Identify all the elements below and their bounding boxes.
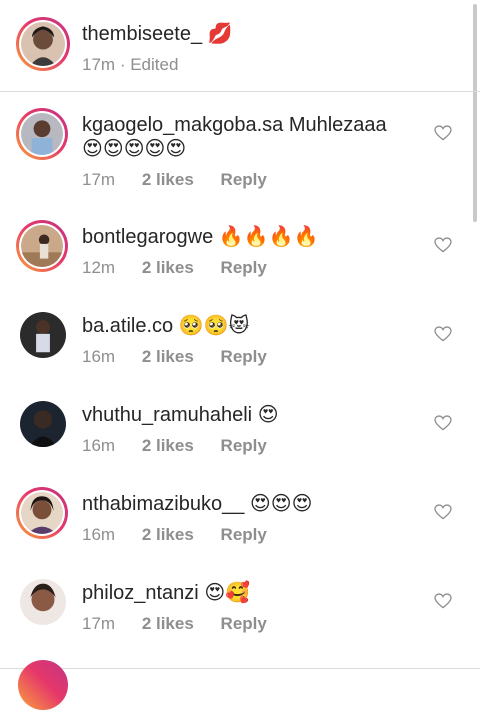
heart-outline-icon[interactable] (434, 504, 452, 520)
profile-photo (21, 225, 63, 267)
comment-row: nthabimazibuko__ 😍😍😍 16m 2 likes Reply (0, 470, 480, 559)
comment-row: kgaogelo_makgoba.sa Muhlezaaa 😍😍😍😍😍 17m … (0, 91, 480, 203)
comment-row: philoz_ntanzi 😍🥰 17m 2 likes Reply (0, 559, 480, 648)
comment-time: 16m (82, 525, 116, 544)
avatar[interactable] (16, 487, 68, 539)
comment-emojis: 🥺🥺😻 (178, 315, 250, 337)
comment-time: 17m (82, 614, 116, 633)
likes-count[interactable]: 2 likes (142, 614, 194, 633)
avatar[interactable] (20, 312, 66, 358)
avatar[interactable] (18, 660, 68, 710)
heart-outline-icon[interactable] (434, 237, 452, 253)
profile-photo (21, 113, 63, 155)
comment-time: 16m (82, 347, 116, 366)
reply-button[interactable]: Reply (221, 258, 267, 277)
comment-body: kgaogelo_makgoba.sa Muhlezaaa (82, 113, 387, 137)
comment-body: nthabimazibuko__ 😍😍😍 (82, 492, 312, 516)
reply-button[interactable]: Reply (221, 170, 267, 189)
heart-outline-icon[interactable] (434, 125, 452, 141)
comment-body: vhuthu_ramuhaheli 😍 (82, 403, 279, 427)
comment-meta: 17m 2 likes Reply (82, 614, 267, 634)
avatar[interactable] (20, 401, 66, 447)
comment-username[interactable]: nthabimazibuko__ (82, 493, 244, 515)
comment-username[interactable]: vhuthu_ramuhaheli (82, 404, 252, 426)
profile-photo (21, 492, 63, 534)
likes-count[interactable]: 2 likes (142, 436, 194, 455)
post-caption-header: thembiseete_ 💋 17m · Edited (0, 0, 480, 92)
comment-body: bontlegarogwe 🔥🔥🔥🔥 (82, 225, 318, 249)
comment-body: ba.atile.co 🥺🥺😻 (82, 314, 249, 338)
kiss-emoji: 💋 (207, 23, 233, 45)
reply-button[interactable]: Reply (221, 436, 267, 455)
reply-button[interactable]: Reply (221, 347, 267, 366)
reply-button[interactable]: Reply (221, 614, 267, 633)
divider (0, 668, 480, 669)
likes-count[interactable]: 2 likes (142, 347, 194, 366)
comment-username[interactable]: ba.atile.co (82, 315, 173, 337)
comment-row: vhuthu_ramuhaheli 😍 16m 2 likes Reply (0, 381, 480, 470)
comment-emojis: 😍🥰 (204, 582, 251, 604)
comment-username[interactable]: philoz_ntanzi (82, 582, 199, 604)
likes-count[interactable]: 2 likes (142, 525, 194, 544)
comment-row: bontlegarogwe 🔥🔥🔥🔥 12m 2 likes Reply (0, 203, 480, 292)
comment-meta: 16m 2 likes Reply (82, 525, 267, 545)
profile-photo (21, 22, 65, 66)
post-author: thembiseete_ 💋 (82, 22, 233, 46)
avatar[interactable] (16, 108, 68, 160)
avatar[interactable] (16, 17, 70, 71)
comment-meta: 16m 2 likes Reply (82, 436, 267, 456)
post-meta: 17m · Edited (82, 55, 178, 75)
comment-meta: 17m 2 likes Reply (82, 170, 267, 190)
profile-photo (20, 312, 66, 358)
heart-outline-icon[interactable] (434, 593, 452, 609)
comment-username[interactable]: bontlegarogwe (82, 226, 213, 248)
comment-emojis: 😍😍😍 (249, 493, 313, 515)
comment-meta: 16m 2 likes Reply (82, 347, 267, 367)
heart-outline-icon[interactable] (434, 326, 452, 342)
heart-outline-icon[interactable] (434, 415, 452, 431)
post-username[interactable]: thembiseete_ (82, 23, 202, 45)
comment-username[interactable]: kgaogelo_makgoba.sa (82, 114, 283, 136)
likes-count[interactable]: 2 likes (142, 170, 194, 189)
comment-meta: 12m 2 likes Reply (82, 258, 267, 278)
comment-time: 16m (82, 436, 116, 455)
meta-separator: · (119, 55, 126, 74)
comment-row: ba.atile.co 🥺🥺😻 16m 2 likes Reply (0, 292, 480, 381)
edited-label: Edited (130, 55, 179, 74)
reply-button[interactable]: Reply (221, 525, 267, 544)
comment-time: 17m (82, 170, 116, 189)
likes-count[interactable]: 2 likes (142, 258, 194, 277)
comment-emojis: 😍😍😍😍😍 (82, 138, 187, 160)
avatar[interactable] (20, 579, 66, 625)
comment-body: philoz_ntanzi 😍🥰 (82, 581, 250, 605)
comment-emojis: 🔥🔥🔥🔥 (218, 226, 319, 248)
comment-time: 12m (82, 258, 116, 277)
comment-text: Muhlezaaa (288, 114, 387, 136)
comment-emojis: 😍 (257, 404, 279, 426)
profile-photo (20, 579, 66, 625)
avatar[interactable] (16, 220, 68, 272)
profile-photo (20, 401, 66, 447)
post-time: 17m (82, 55, 116, 74)
